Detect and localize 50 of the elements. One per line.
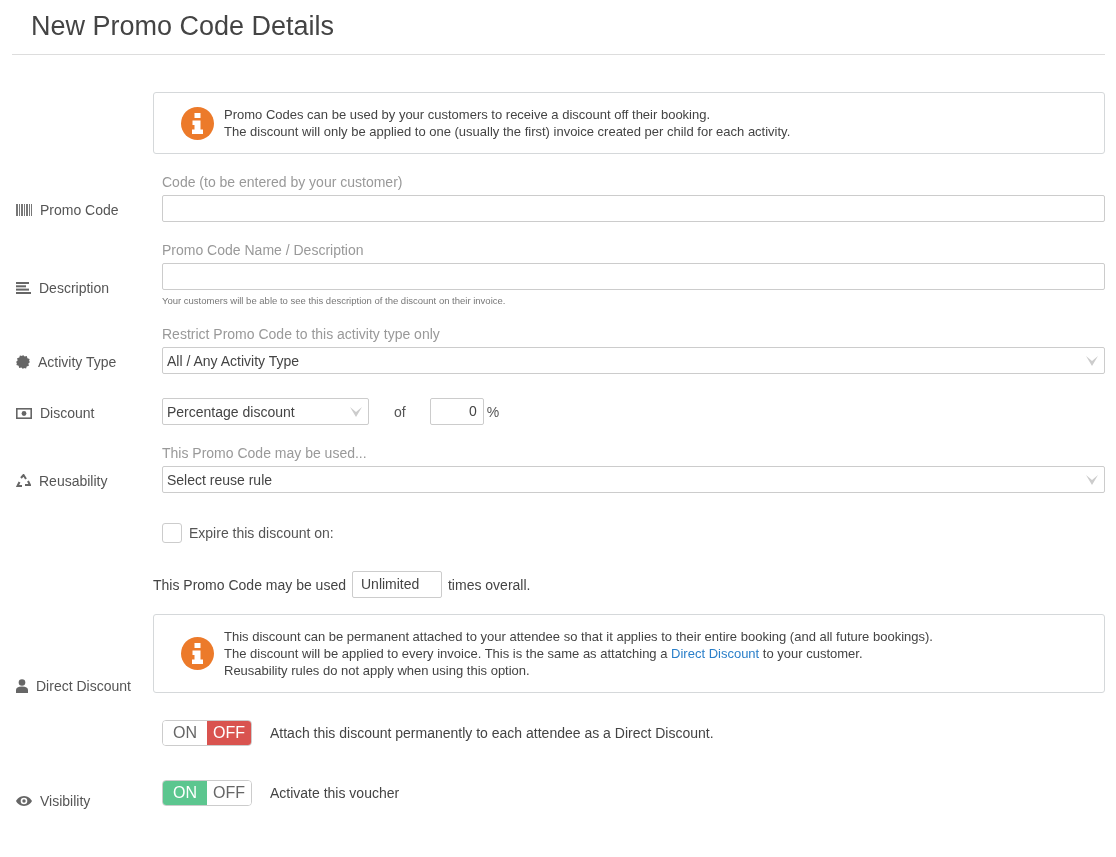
on-off-switch[interactable]: ON OFF (162, 780, 252, 806)
info-text: Reusability rules do not apply when using this option. (224, 663, 530, 678)
field-label: Activity Type (38, 354, 117, 370)
info-text: This discount can be permanent attached to your attendee so that it applies to their entire booking (and all future bookings). (224, 629, 933, 644)
help-text: Your customers will be able to see this description of the discount on their invoice. (162, 295, 507, 306)
info-text: Promo Codes can be used by your customers to receive a discount off their booking. (224, 107, 711, 122)
text-lines-icon (16, 282, 31, 294)
switch-label: Attach this discount permanently to each attendee as a Direct Discount. (270, 725, 714, 741)
field-caption: Code (to be entered by your customer) (162, 174, 404, 190)
info-text: The discount will only be applied to one (usually the first) invoice created per child for each activity. (224, 124, 791, 139)
percent-sign: % (486, 403, 500, 420)
field-label: Discount (40, 405, 95, 421)
banknote-icon (16, 407, 32, 419)
recycle-icon (16, 474, 31, 488)
badge-icon (16, 355, 30, 369)
of-text: of (394, 403, 406, 420)
amount-field[interactable]: 0 (429, 398, 484, 425)
caret-icon (1086, 474, 1098, 485)
field-label: Visibility (40, 793, 91, 809)
field-label: Reusability (39, 473, 108, 489)
eye-icon (16, 796, 32, 806)
dropdown[interactable]: Percentage discount (162, 398, 369, 425)
field-label: Promo Code (40, 202, 119, 218)
field-caption: This Promo Code may be used... (162, 445, 368, 461)
field-caption: Restrict Promo Code to this activity type only (162, 326, 441, 342)
usage-text: times overall. (448, 576, 531, 593)
direct-discount-link[interactable]: Direct Discount (671, 646, 760, 661)
page-title: New Promo Code Details (30, 10, 336, 43)
barcode-icon (16, 204, 32, 216)
usage-field[interactable]: Unlimited (352, 571, 442, 598)
checkbox-label: Expire this discount on: (189, 525, 334, 541)
off-option[interactable]: OFF (207, 721, 251, 745)
on-off-switch[interactable]: ON OFF (162, 720, 252, 746)
field-label: Description (39, 280, 110, 296)
info-icon (181, 106, 214, 140)
info-icon (181, 637, 214, 670)
input-field[interactable] (162, 263, 1105, 290)
caret-icon (350, 406, 362, 417)
field-label: Direct Discount (36, 678, 131, 694)
person-icon (16, 679, 28, 693)
checkbox[interactable] (162, 523, 182, 543)
field-caption: Promo Code Name / Description (162, 242, 365, 258)
input-field[interactable] (162, 195, 1105, 222)
info-text: to your customer. (762, 646, 863, 661)
dropdown[interactable]: All / Any Activity Type (162, 347, 1105, 374)
switch-label: Activate this voucher (270, 785, 400, 801)
usage-text: This Promo Code may be used (153, 576, 346, 593)
dropdown[interactable]: Select reuse rule (162, 466, 1105, 493)
caret-icon (1086, 355, 1098, 366)
info-text: The discount will be applied to every invoice. This is the same as attatching a (224, 646, 668, 661)
